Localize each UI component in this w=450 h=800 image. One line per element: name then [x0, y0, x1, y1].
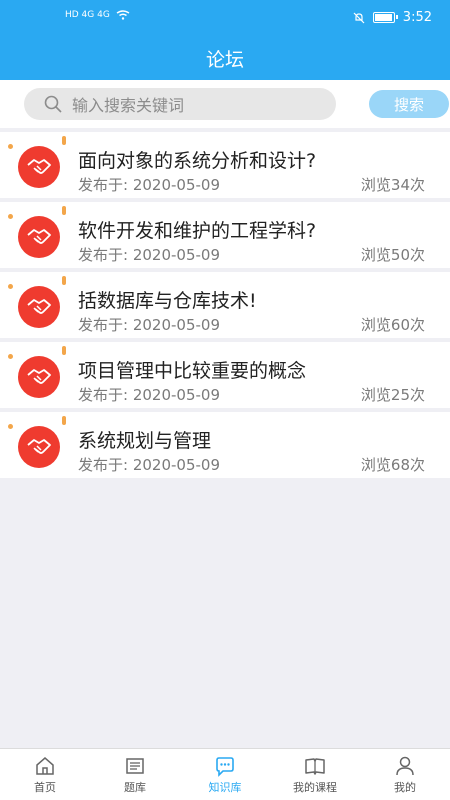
book-icon — [305, 757, 325, 775]
post-date: 发布于: 2020-05-09 — [78, 456, 220, 474]
spark-decoration — [8, 354, 13, 359]
post-views: 浏览34次 — [360, 176, 425, 194]
spark-decoration — [62, 276, 66, 285]
status-bar: HD 4G 4G 3:52 — [0, 8, 450, 32]
spark-decoration — [8, 424, 13, 429]
spark-decoration — [8, 214, 13, 219]
tab-label: 题库 — [124, 780, 146, 794]
handshake-icon — [18, 146, 60, 188]
tab-label: 我的课程 — [293, 780, 337, 794]
clock: 3:52 — [402, 10, 432, 25]
post-views: 浏览50次 — [360, 246, 425, 264]
status-right: 3:52 — [353, 10, 432, 25]
page-title: 论坛 — [205, 49, 244, 71]
tab-my-courses[interactable]: 我的课程 — [270, 749, 360, 800]
post-title: 面向对象的系统分析和设计? — [78, 150, 317, 172]
list-item[interactable]: 面向对象的系统分析和设计? 发布于: 2020-05-09 浏览34次 — [0, 132, 450, 198]
spark-decoration — [8, 144, 13, 149]
bottom-tab-bar: 首页 题库 知识库 我的课程 我的 — [0, 748, 450, 800]
spark-decoration — [62, 346, 66, 355]
list-item[interactable]: 软件开发和维护的工程学科? 发布于: 2020-05-09 浏览50次 — [0, 202, 450, 268]
search-placeholder: 输入搜索关键词 — [72, 96, 185, 115]
handshake-icon — [18, 286, 60, 328]
post-views: 浏览25次 — [360, 386, 425, 404]
list-item[interactable]: 括数据库与仓库技术! 发布于: 2020-05-09 浏览60次 — [0, 272, 450, 338]
post-views: 浏览68次 — [360, 456, 425, 474]
handshake-icon — [18, 356, 60, 398]
chat-bubble-icon — [216, 756, 234, 777]
post-title: 软件开发和维护的工程学科? — [78, 220, 317, 242]
post-title: 括数据库与仓库技术! — [78, 290, 257, 312]
mute-icon — [353, 12, 365, 23]
tab-question-bank[interactable]: 题库 — [90, 749, 180, 800]
post-date: 发布于: 2020-05-09 — [78, 386, 220, 404]
battery-icon — [372, 12, 398, 23]
post-views: 浏览60次 — [360, 316, 425, 334]
spark-decoration — [8, 284, 13, 289]
list-item[interactable]: 项目管理中比较重要的概念 发布于: 2020-05-09 浏览25次 — [0, 342, 450, 408]
handshake-icon — [18, 426, 60, 468]
search-icon — [44, 95, 62, 113]
tab-knowledge-base[interactable]: 知识库 — [180, 749, 270, 800]
search-button[interactable]: 搜索 — [369, 90, 449, 118]
list-item[interactable]: 系统规划与管理 发布于: 2020-05-09 浏览68次 — [0, 412, 450, 478]
post-date: 发布于: 2020-05-09 — [78, 176, 220, 194]
post-date: 发布于: 2020-05-09 — [78, 316, 220, 334]
post-list: 面向对象的系统分析和设计? 发布于: 2020-05-09 浏览34次 软件开发… — [0, 128, 450, 478]
spark-decoration — [62, 136, 66, 145]
post-title: 项目管理中比较重要的概念 — [78, 360, 307, 382]
tab-home[interactable]: 首页 — [0, 749, 90, 800]
handshake-icon — [18, 216, 60, 258]
network-indicators: HD 4G 4G — [65, 10, 130, 20]
tab-label: 知识库 — [208, 780, 242, 794]
question-bank-icon — [126, 757, 144, 774]
tab-label: 首页 — [34, 780, 56, 794]
tab-label: 我的 — [394, 780, 416, 794]
spark-decoration — [62, 416, 66, 425]
post-title: 系统规划与管理 — [78, 430, 212, 452]
user-icon — [396, 756, 414, 775]
tab-mine[interactable]: 我的 — [360, 749, 450, 800]
wifi-icon — [116, 10, 130, 20]
search-input[interactable]: 输入搜索关键词 — [24, 88, 336, 120]
app-header: HD 4G 4G 3:52 论坛 — [0, 0, 450, 80]
home-icon — [36, 756, 54, 775]
network-text: HD 4G 4G — [65, 10, 110, 20]
post-date: 发布于: 2020-05-09 — [78, 246, 220, 264]
spark-decoration — [62, 206, 66, 215]
